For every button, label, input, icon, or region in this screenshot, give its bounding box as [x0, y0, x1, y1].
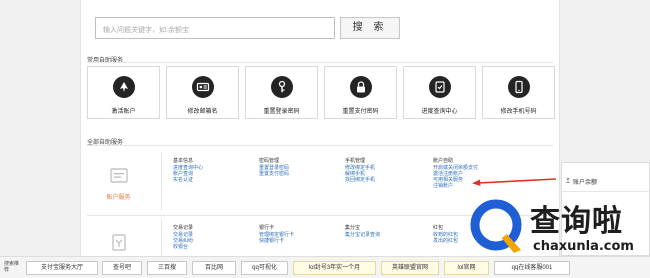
column-heading: 账户自助: [433, 158, 454, 164]
link-real-name[interactable]: 实名认证: [173, 177, 203, 183]
mobile-phone-icon: [508, 76, 530, 98]
red-arrow-annotation: [472, 178, 557, 186]
tile-reset-pay-password[interactable]: 重置支付密码: [324, 66, 397, 119]
column-heading: 手机管理: [345, 158, 366, 164]
recommendation-label: 搜索推荐: [4, 261, 20, 273]
link-jifenbao-records[interactable]: 集分宝记录查询: [345, 232, 380, 238]
tile-modify-email[interactable]: 修改邮箱名: [166, 66, 239, 119]
category-name: 账户服务: [106, 195, 131, 201]
search-button[interactable]: 搜 索: [340, 17, 400, 39]
recommend-chip[interactable]: lol封号3年实一个月: [293, 261, 376, 275]
progress-icon: [429, 76, 451, 98]
column-transactions: 交易记录 交易记录 交易纠纷 收银台: [173, 225, 193, 250]
column-basic-info: 基本信息 进度查询中心 账户查询 实名认证: [173, 158, 203, 183]
link-reset-pay-password[interactable]: 重置支付密码: [259, 171, 289, 177]
watermark-domain: chaxunla.com: [533, 239, 634, 254]
link-recover-phone[interactable]: 找回绑定手机: [345, 177, 375, 183]
link-quick-cards[interactable]: 快捷银行卡: [259, 238, 294, 244]
search-input[interactable]: 输入问题关键字，如:余额宝: [95, 17, 335, 39]
column-heading: 交易记录: [173, 225, 194, 231]
category-account-service[interactable]: 账户服务: [87, 160, 150, 210]
column-heading: 基本信息: [173, 158, 194, 164]
account-activate-icon: [113, 76, 135, 98]
category-transaction-service[interactable]: [87, 226, 150, 256]
column-heading: 红包: [433, 225, 444, 231]
tile-label: 重置支付密码: [342, 109, 379, 115]
recommend-chip[interactable]: 英雄联盟官网: [381, 261, 439, 275]
tile-label: 重置登录密码: [263, 109, 300, 115]
account-card-icon: [110, 168, 128, 183]
column-heading: 银行卡: [259, 225, 275, 231]
column-red-packets: 红包 收到的红包 发出的红包: [433, 225, 458, 244]
tile-label: 修改邮箱名: [187, 109, 218, 115]
column-password-management: 密码管理 重置登录密码 重置支付密码: [259, 158, 289, 177]
recommend-chip[interactable]: 三百搜: [147, 261, 187, 275]
recommend-chip[interactable]: qq在线客服001: [494, 261, 570, 275]
lock-icon: [350, 76, 372, 98]
column-bank-cards: 银行卡 管理绑定银行卡 快捷银行卡: [259, 225, 294, 244]
magnifier-logo-icon: [470, 199, 522, 253]
divider: [161, 152, 162, 210]
recommend-chip[interactable]: lol官网: [444, 261, 489, 275]
divider: [161, 220, 162, 256]
tile-label: 进度查询中心: [421, 109, 458, 115]
watermark-title: 查询啦: [530, 204, 623, 239]
tile-modify-phone[interactable]: 修改手机号码: [482, 66, 555, 119]
recommend-chip[interactable]: 百比网: [192, 261, 236, 275]
divider: [87, 145, 553, 146]
column-jifenbao: 集分宝 集分宝记录查询: [345, 225, 380, 238]
key-icon: [271, 76, 293, 98]
recommend-chip[interactable]: qq可视化: [241, 261, 288, 275]
link-cashier[interactable]: 收银台: [173, 244, 193, 250]
link-sent-red-packets[interactable]: 发出的红包: [433, 238, 458, 244]
tile-activate-account[interactable]: 激活账户: [87, 66, 160, 119]
user-icon: [565, 177, 571, 183]
recommendation-bar: 搜索推荐 支付宝服务大厅 查号吧 三百搜 百比网 qq可视化 lol封号3年实一…: [0, 256, 650, 278]
column-heading: 集分宝: [345, 225, 361, 231]
divider: [562, 191, 649, 192]
recommend-chip[interactable]: 查号吧: [102, 261, 142, 275]
tile-label: 修改手机号码: [500, 109, 537, 115]
popup-title: 账户余额: [573, 180, 598, 186]
tile-label: 激活账户: [111, 109, 136, 115]
tile-progress-center[interactable]: 进度查询中心: [403, 66, 476, 119]
wallet-icon: [112, 234, 126, 251]
column-phone-management: 手机管理 修改绑定手机 解绑手机 找回绑定手机: [345, 158, 375, 183]
tile-reset-login-password[interactable]: 重置登录密码: [245, 66, 318, 119]
recommend-chip[interactable]: 支付宝服务大厅: [26, 261, 98, 275]
divider: [87, 62, 553, 63]
column-heading: 密码管理: [259, 158, 280, 164]
id-card-icon: [192, 76, 214, 98]
